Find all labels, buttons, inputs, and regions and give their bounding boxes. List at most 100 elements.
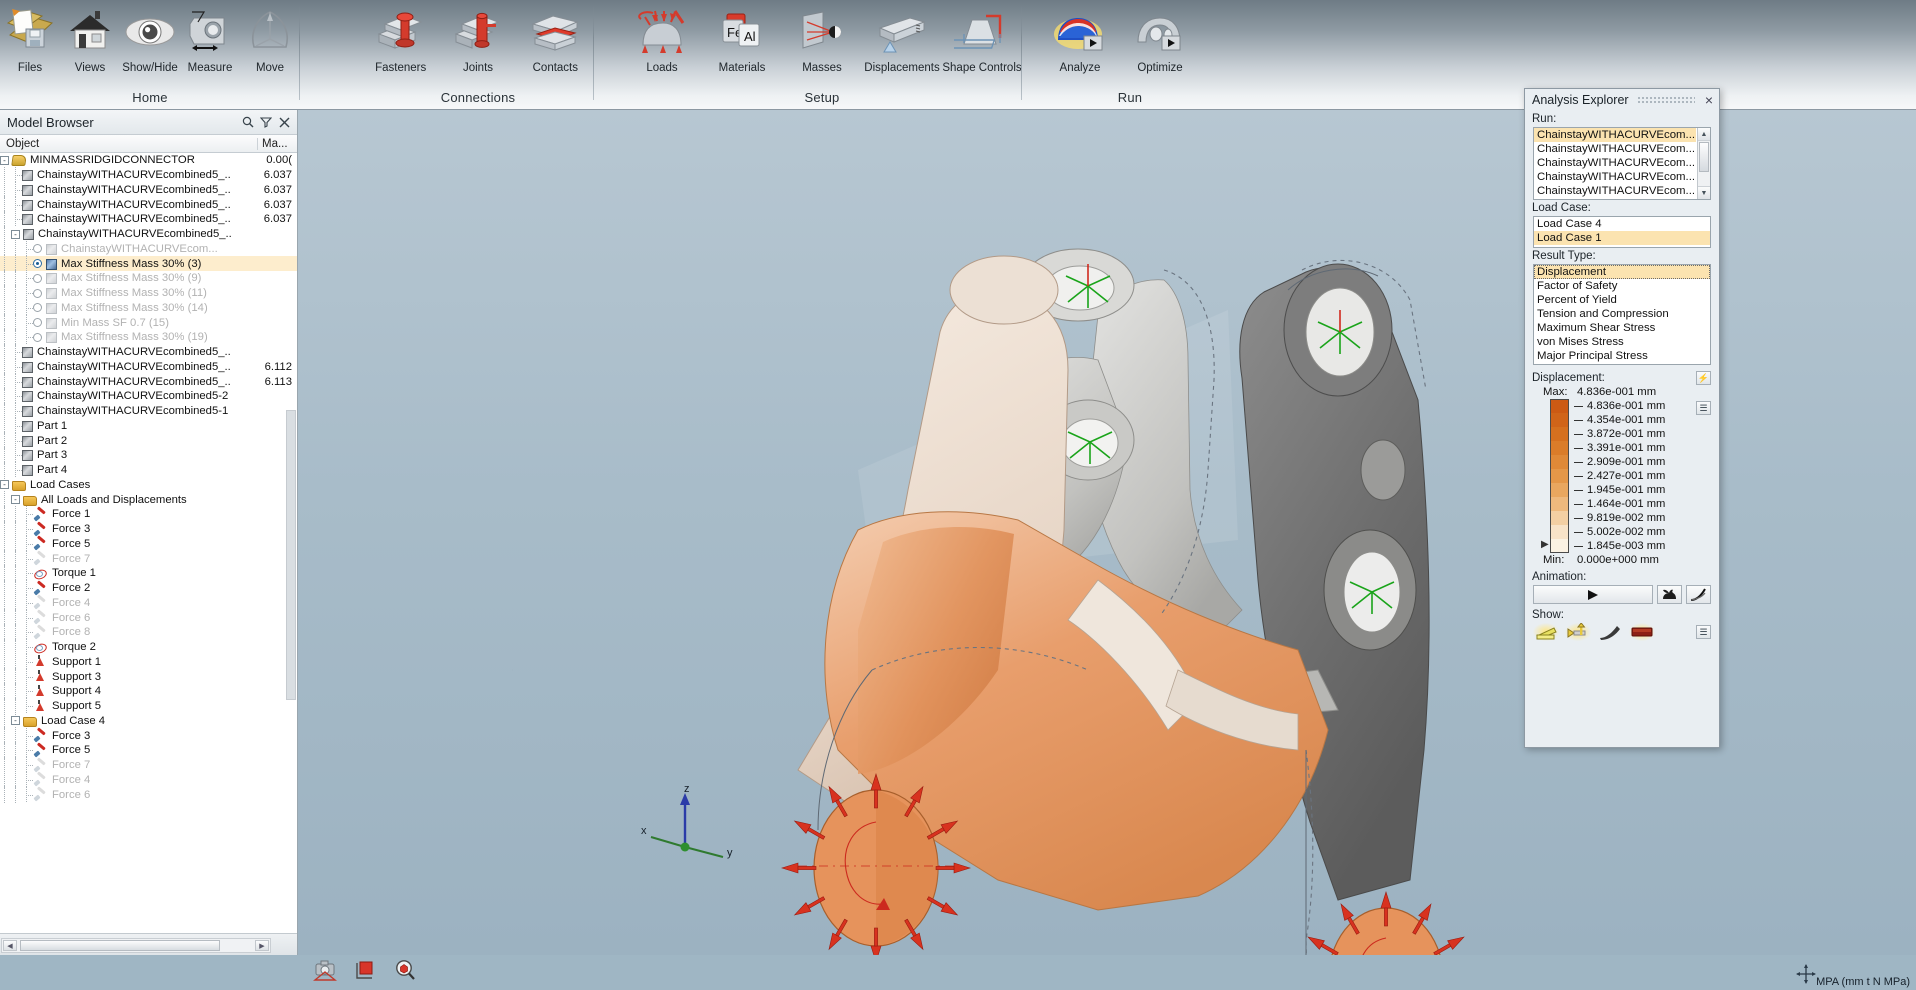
ribbon-button-fasteners[interactable]: Fasteners bbox=[362, 0, 439, 75]
run-list-item[interactable]: ChainstayWITHACURVEcom... bbox=[1534, 184, 1696, 198]
ribbon-button-loads[interactable]: Loads bbox=[622, 0, 702, 75]
lightning-icon[interactable]: ⚡ bbox=[1696, 371, 1711, 385]
tree-item[interactable]: Max Stiffness Mass 30% (11) bbox=[0, 284, 297, 302]
tree-vertical-scrollbar[interactable] bbox=[286, 410, 296, 700]
hamburger-icon[interactable]: ☰ bbox=[1696, 401, 1711, 415]
result-type-item[interactable]: Displacement bbox=[1534, 265, 1710, 279]
tree-item[interactable]: Force 1 bbox=[0, 505, 297, 523]
tree-item[interactable]: - ChainstayWITHACURVEcombined5_.. bbox=[0, 225, 297, 243]
ribbon-button-views[interactable]: Views bbox=[60, 0, 120, 75]
ribbon-button-shape-controls[interactable]: Shape Controls bbox=[942, 0, 1022, 75]
tree-item[interactable]: - Load Cases bbox=[0, 478, 297, 493]
tree-item[interactable]: Force 2 bbox=[0, 579, 297, 597]
tree-item[interactable]: Torque 1 bbox=[0, 564, 297, 582]
scroll-left-arrow[interactable]: ◀ bbox=[3, 940, 17, 951]
ribbon-button-masses[interactable]: Masses bbox=[782, 0, 862, 75]
tree-item[interactable]: Torque 2 bbox=[0, 638, 297, 656]
close-icon[interactable]: × bbox=[1703, 92, 1715, 108]
tree-item[interactable]: Max Stiffness Mass 30% (9) bbox=[0, 269, 297, 287]
tree-item[interactable]: Max Stiffness Mass 30% (19) bbox=[0, 328, 297, 346]
scroll-up-arrow[interactable]: ▲ bbox=[1698, 128, 1710, 141]
tree-item[interactable]: ChainstayWITHACURVEcombined5_.. 6.037 bbox=[0, 196, 297, 214]
tree-item[interactable]: ChainstayWITHACURVEcombined5_.. 6.037 bbox=[0, 181, 297, 199]
result-type-item[interactable]: Tension and Compression bbox=[1534, 307, 1710, 321]
tree-radio[interactable] bbox=[33, 273, 42, 283]
tree-item[interactable]: Force 7 bbox=[0, 550, 297, 568]
tree-item[interactable]: Part 1 bbox=[0, 417, 297, 435]
tree-radio[interactable] bbox=[33, 303, 42, 313]
run-list-item[interactable]: ChainstayWITHACURVEcom... bbox=[1534, 128, 1696, 142]
ribbon-button-materials[interactable]: Fe Al Materials bbox=[702, 0, 782, 75]
tree-item[interactable]: ChainstayWITHACURVEcombined5_.. 6.037 bbox=[0, 166, 297, 184]
view-cube-icon[interactable] bbox=[352, 957, 378, 983]
search-icon[interactable] bbox=[239, 113, 257, 131]
ribbon-button-contacts[interactable]: Contacts bbox=[517, 0, 594, 75]
tree-item[interactable]: ChainstayWITHACURVEcombined5_.. bbox=[0, 343, 297, 361]
curve-profile-icon[interactable] bbox=[1686, 585, 1711, 604]
load-case-item[interactable]: Load Case 4 bbox=[1534, 217, 1710, 231]
tree-item[interactable]: ChainstayWITHACURVEcombined5_.. 6.037 bbox=[0, 210, 297, 228]
ribbon-button-analyze[interactable]: Analyze bbox=[1040, 0, 1120, 75]
tree-item[interactable]: Support 5 bbox=[0, 697, 297, 715]
tree-item[interactable]: Support 1 bbox=[0, 653, 297, 671]
tree-radio[interactable] bbox=[33, 244, 42, 254]
constraints-display-icon[interactable] bbox=[1565, 623, 1591, 641]
ribbon-button-joints[interactable]: Joints bbox=[439, 0, 516, 75]
units-indicator[interactable]: MPA (mm t N MPa) bbox=[1816, 976, 1910, 988]
tree-item[interactable]: Part 3 bbox=[0, 446, 297, 464]
load-case-listbox[interactable]: Load Case 4 Load Case 1 bbox=[1533, 216, 1711, 248]
tree-item[interactable]: ChainstayWITHACURVEcom... bbox=[0, 240, 297, 258]
loads-display-icon[interactable] bbox=[1533, 623, 1559, 641]
result-type-item[interactable]: Maximum Shear Stress bbox=[1534, 321, 1710, 335]
tree-item[interactable]: Part 4 bbox=[0, 461, 297, 479]
ribbon-button-displacements[interactable]: Displacements bbox=[862, 0, 942, 75]
tree-radio[interactable] bbox=[33, 259, 42, 269]
tree-item[interactable]: Min Mass SF 0.7 (15) bbox=[0, 314, 297, 332]
tree-item[interactable]: Force 6 bbox=[0, 786, 297, 804]
column-header-object[interactable]: Object bbox=[0, 137, 258, 150]
tree-item[interactable]: Force 4 bbox=[0, 594, 297, 612]
ribbon-button-move[interactable]: Move bbox=[240, 0, 300, 75]
tree-item[interactable]: ChainstayWITHACURVEcombined5_.. 6.113 bbox=[0, 373, 297, 391]
screenshot-icon[interactable] bbox=[312, 957, 338, 983]
tree-toggle[interactable]: - bbox=[11, 495, 20, 505]
ribbon-button-showhide[interactable]: Show/Hide bbox=[120, 0, 180, 75]
ribbon-button-optimize[interactable]: Optimize bbox=[1120, 0, 1200, 75]
filter-icon[interactable] bbox=[257, 113, 275, 131]
scroll-thumb[interactable] bbox=[20, 940, 220, 951]
tree-item[interactable]: Max Stiffness Mass 30% (3) bbox=[0, 255, 297, 273]
run-list-item[interactable]: ChainstayWITHACURVEcom... bbox=[1534, 156, 1696, 170]
scroll-down-arrow[interactable]: ▼ bbox=[1698, 186, 1710, 199]
tree-radio[interactable] bbox=[33, 288, 42, 298]
tree-item[interactable]: ChainstayWITHACURVEcombined5-2 bbox=[0, 387, 297, 405]
run-list-item[interactable]: ChainstayWITHACURVEcom... bbox=[1534, 170, 1696, 184]
tree-item[interactable]: Support 3 bbox=[0, 668, 297, 686]
tree-radio[interactable] bbox=[33, 318, 42, 328]
tree-item[interactable]: Force 6 bbox=[0, 609, 297, 627]
tree-radio[interactable] bbox=[33, 332, 42, 342]
scroll-right-arrow[interactable]: ▶ bbox=[255, 940, 269, 951]
panel-drag-grip[interactable] bbox=[1636, 95, 1695, 105]
result-type-item[interactable]: Factor of Safety bbox=[1534, 279, 1710, 293]
model-browser-tree[interactable]: - MINMASSRIDGIDCONNECTOR 0.00(ChainstayWIT… bbox=[0, 153, 297, 933]
tree-item[interactable]: Part 2 bbox=[0, 432, 297, 450]
run-list-scrollbar[interactable]: ▲ ▼ bbox=[1697, 128, 1710, 199]
axis-cross-icon[interactable] bbox=[1796, 964, 1816, 984]
legend-display-icon[interactable] bbox=[1629, 623, 1655, 641]
tree-item[interactable]: Force 3 bbox=[0, 520, 297, 538]
tree-item[interactable]: - MINMASSRIDGIDCONNECTOR 0.00( bbox=[0, 153, 297, 168]
tree-item[interactable]: Force 5 bbox=[0, 741, 297, 759]
tree-item[interactable]: Force 8 bbox=[0, 623, 297, 641]
result-type-item[interactable]: Percent of Yield bbox=[1534, 293, 1710, 307]
column-header-mass[interactable]: Ma... bbox=[258, 138, 297, 150]
tree-toggle[interactable]: - bbox=[11, 229, 20, 239]
tree-item[interactable]: Force 5 bbox=[0, 535, 297, 553]
result-type-item[interactable]: von Mises Stress bbox=[1534, 335, 1710, 349]
result-type-listbox[interactable]: Displacement Factor of Safety Percent of Y… bbox=[1533, 264, 1711, 365]
run-list-item[interactable]: ChainstayWITHACURVEcom... bbox=[1534, 142, 1696, 156]
scroll-thumb[interactable] bbox=[1699, 142, 1709, 172]
tree-item[interactable]: ChainstayWITHACURVEcombined5-1 bbox=[0, 402, 297, 420]
tree-toggle[interactable]: - bbox=[11, 716, 20, 726]
rabbit-speed-icon[interactable] bbox=[1657, 585, 1682, 604]
run-listbox[interactable]: ChainstayWITHACURVEcom... ChainstayWITHAC… bbox=[1533, 127, 1711, 200]
